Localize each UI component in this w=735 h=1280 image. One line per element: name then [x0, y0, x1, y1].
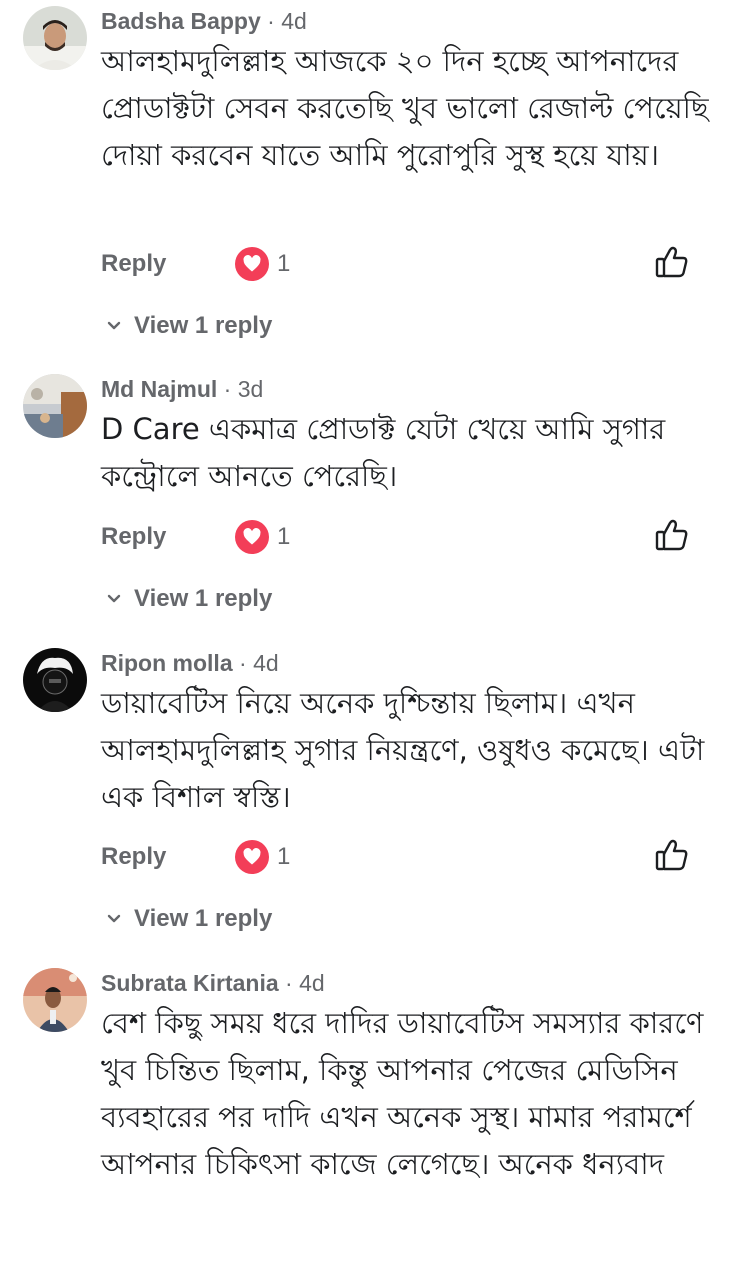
heart-icon — [235, 247, 269, 281]
reaction-count: 1 — [277, 843, 291, 870]
avatar[interactable] — [23, 648, 87, 712]
author-name[interactable]: Subrata Kirtania — [101, 970, 279, 996]
comment-text: বেশ কিছু সময় ধরে দাদির ডায়াবেটিস সমস্য… — [101, 1006, 704, 1181]
separator-dot: · — [239, 650, 247, 676]
timestamp[interactable]: 3d — [238, 376, 264, 402]
reaction-count: 1 — [277, 250, 291, 277]
timestamp[interactable]: 4d — [253, 650, 279, 676]
author-name[interactable]: Ripon molla — [101, 650, 233, 676]
chevron-down-icon — [107, 321, 121, 330]
comment-header: Ripon molla · 4d — [101, 648, 279, 678]
reply-button[interactable]: Reply — [101, 523, 166, 551]
view-replies-link[interactable]: View 1 reply — [106, 905, 272, 933]
comment-actions: Reply 1 — [101, 839, 691, 879]
comment-text: D Care একমাত্র প্রোডাক্ট যেটা খেয়ে আমি … — [101, 412, 666, 493]
avatar[interactable] — [23, 968, 87, 1032]
view-replies-label: View 1 reply — [134, 905, 273, 932]
separator-dot: · — [285, 970, 293, 996]
avatar-photo — [23, 6, 87, 70]
chevron-down-icon — [107, 914, 121, 923]
separator-dot: · — [267, 8, 275, 34]
reaction-summary[interactable]: 1 — [235, 839, 290, 875]
avatar-photo — [23, 374, 87, 438]
reaction-count: 1 — [277, 523, 291, 550]
view-replies-link[interactable]: View 1 reply — [106, 585, 272, 613]
comment-header: Badsha Bappy · 4d — [101, 6, 307, 36]
like-icon[interactable] — [654, 517, 690, 553]
comment-text: ডায়াবেটিস নিয়ে অনেক দুশ্চিন্তায় ছিলাম… — [101, 686, 705, 814]
view-replies-label: View 1 reply — [134, 585, 273, 612]
heart-icon — [235, 520, 269, 554]
reply-button[interactable]: Reply — [101, 250, 166, 278]
avatar-photo — [23, 968, 87, 1032]
author-name[interactable]: Badsha Bappy — [101, 8, 261, 34]
timestamp[interactable]: 4d — [281, 8, 307, 34]
comment-header: Subrata Kirtania · 4d — [101, 968, 325, 998]
comment-header: Md Najmul · 3d — [101, 374, 263, 404]
timestamp[interactable]: 4d — [299, 970, 325, 996]
view-replies-link[interactable]: View 1 reply — [106, 312, 272, 340]
like-icon[interactable] — [654, 244, 690, 280]
comment-actions: Reply 1 — [101, 246, 691, 286]
comment-text: আলহামদুলিল্লাহ আজকে ২০ দিন হচ্ছে আপনাদের… — [101, 44, 709, 172]
like-icon[interactable] — [654, 837, 690, 873]
reaction-summary[interactable]: 1 — [235, 519, 290, 555]
chevron-down-icon — [107, 594, 121, 603]
separator-dot: · — [223, 376, 232, 402]
avatar-photo — [23, 648, 87, 712]
reply-button[interactable]: Reply — [101, 843, 166, 871]
avatar[interactable] — [23, 374, 87, 438]
comment-actions: Reply 1 — [101, 519, 691, 559]
author-name[interactable]: Md Najmul — [101, 376, 217, 402]
view-replies-label: View 1 reply — [134, 312, 273, 339]
reaction-summary[interactable]: 1 — [235, 246, 290, 282]
avatar[interactable] — [23, 6, 87, 70]
heart-icon — [235, 840, 269, 874]
